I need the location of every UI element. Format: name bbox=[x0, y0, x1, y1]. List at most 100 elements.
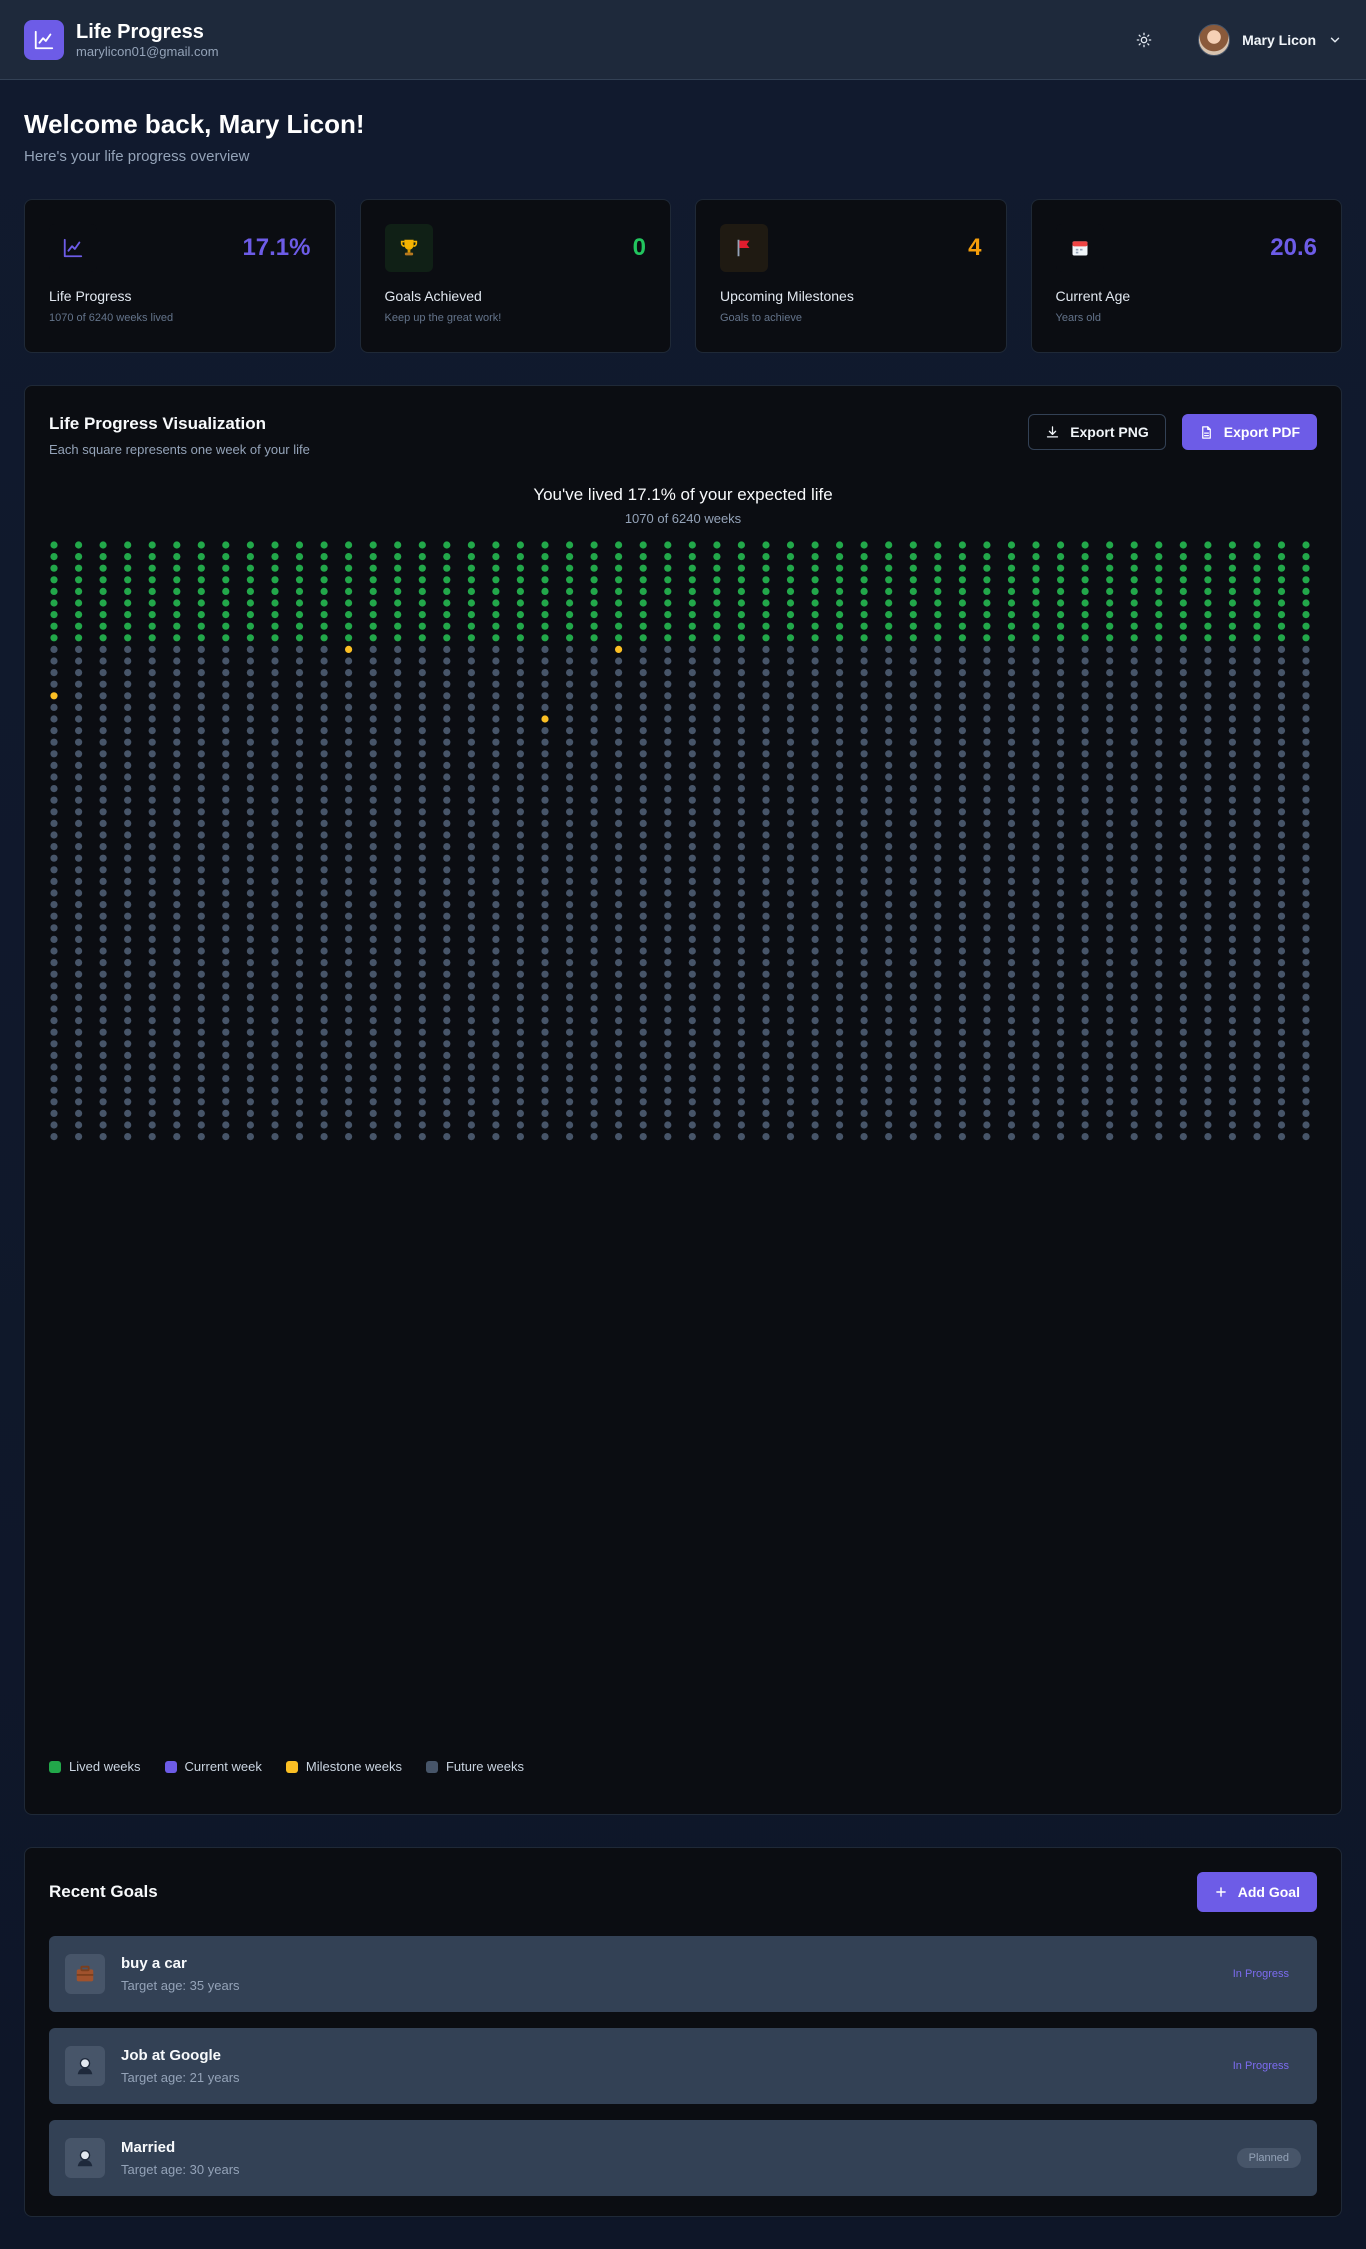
future-week-dot bbox=[959, 727, 966, 734]
future-week-dot bbox=[910, 982, 917, 989]
future-week-dot bbox=[762, 785, 769, 792]
future-week-dot bbox=[1302, 727, 1309, 734]
future-week-dot bbox=[762, 797, 769, 804]
future-week-dot bbox=[1155, 924, 1162, 931]
welcome-subtitle: Here's your life progress overview bbox=[24, 148, 1342, 165]
future-week-dot bbox=[1008, 994, 1015, 1001]
future-week-dot bbox=[296, 715, 303, 722]
future-week-dot bbox=[1204, 843, 1211, 850]
lived-week-dot bbox=[1032, 541, 1039, 548]
future-week-dot bbox=[100, 773, 107, 780]
lived-week-dot bbox=[885, 553, 892, 560]
future-week-dot bbox=[738, 762, 745, 769]
future-week-dot bbox=[1008, 692, 1015, 699]
future-week-dot bbox=[419, 936, 426, 943]
future-week-dot bbox=[1032, 889, 1039, 896]
future-week-dot bbox=[321, 785, 328, 792]
future-week-dot bbox=[1204, 739, 1211, 746]
future-week-dot bbox=[296, 797, 303, 804]
future-week-dot bbox=[50, 878, 57, 885]
future-week-dot bbox=[198, 924, 205, 931]
future-week-dot bbox=[345, 1017, 352, 1024]
future-week-dot bbox=[1180, 994, 1187, 1001]
future-week-dot bbox=[149, 773, 156, 780]
future-week-dot bbox=[198, 808, 205, 815]
lived-week-dot bbox=[443, 576, 450, 583]
future-week-dot bbox=[591, 913, 598, 920]
future-week-dot bbox=[370, 669, 377, 676]
future-week-dot bbox=[198, 889, 205, 896]
user-menu[interactable]: Mary Licon bbox=[1198, 24, 1342, 56]
future-week-dot bbox=[517, 762, 524, 769]
future-week-dot bbox=[959, 982, 966, 989]
future-week-dot bbox=[100, 692, 107, 699]
future-week-dot bbox=[1229, 715, 1236, 722]
future-week-dot bbox=[1106, 762, 1113, 769]
future-week-dot bbox=[271, 878, 278, 885]
future-week-dot bbox=[934, 831, 941, 838]
future-week-dot bbox=[1008, 982, 1015, 989]
future-week-dot bbox=[492, 715, 499, 722]
future-week-dot bbox=[296, 657, 303, 664]
future-week-dot bbox=[910, 646, 917, 653]
lived-week-dot bbox=[787, 541, 794, 548]
future-week-dot bbox=[443, 657, 450, 664]
export-png-button[interactable]: Export PNG bbox=[1028, 414, 1166, 450]
theme-toggle-button[interactable] bbox=[1130, 26, 1158, 54]
future-week-dot bbox=[1106, 715, 1113, 722]
future-week-dot bbox=[1155, 994, 1162, 1001]
future-week-dot bbox=[664, 1017, 671, 1024]
stat-description: Goals to achieve bbox=[720, 312, 982, 324]
future-week-dot bbox=[345, 855, 352, 862]
lived-week-dot bbox=[566, 553, 573, 560]
future-week-dot bbox=[738, 681, 745, 688]
future-week-dot bbox=[812, 994, 819, 1001]
future-week-dot bbox=[615, 692, 622, 699]
future-week-dot bbox=[443, 762, 450, 769]
future-week-dot bbox=[664, 1005, 671, 1012]
future-week-dot bbox=[1008, 739, 1015, 746]
future-week-dot bbox=[492, 924, 499, 931]
lived-week-dot bbox=[615, 599, 622, 606]
stat-value: 4 bbox=[968, 234, 981, 262]
lived-week-dot bbox=[1131, 588, 1138, 595]
future-week-dot bbox=[640, 959, 647, 966]
future-week-dot bbox=[959, 889, 966, 896]
lived-week-dot bbox=[149, 599, 156, 606]
future-week-dot bbox=[591, 994, 598, 1001]
future-week-dot bbox=[934, 657, 941, 664]
future-week-dot bbox=[492, 831, 499, 838]
future-week-dot bbox=[1032, 646, 1039, 653]
future-week-dot bbox=[812, 901, 819, 908]
future-week-dot bbox=[1082, 727, 1089, 734]
future-week-dot bbox=[1180, 773, 1187, 780]
future-week-dot bbox=[787, 994, 794, 1001]
future-week-dot bbox=[738, 715, 745, 722]
future-week-dot bbox=[247, 924, 254, 931]
future-week-dot bbox=[836, 889, 843, 896]
export-pdf-button[interactable]: Export PDF bbox=[1182, 414, 1317, 450]
future-week-dot bbox=[934, 843, 941, 850]
lived-week-dot bbox=[492, 623, 499, 630]
future-week-dot bbox=[664, 727, 671, 734]
future-week-dot bbox=[394, 1005, 401, 1012]
future-week-dot bbox=[541, 762, 548, 769]
future-week-dot bbox=[738, 994, 745, 1001]
future-week-dot bbox=[1106, 797, 1113, 804]
future-week-dot bbox=[713, 681, 720, 688]
future-week-dot bbox=[1253, 959, 1260, 966]
future-week-dot bbox=[861, 971, 868, 978]
future-week-dot bbox=[492, 866, 499, 873]
future-week-dot bbox=[75, 657, 82, 664]
future-week-dot bbox=[345, 820, 352, 827]
future-week-dot bbox=[885, 994, 892, 1001]
lived-week-dot bbox=[443, 599, 450, 606]
future-week-dot bbox=[124, 971, 131, 978]
brand[interactable]: Life Progress marylicon01@gmail.com bbox=[24, 20, 219, 60]
future-week-dot bbox=[910, 936, 917, 943]
future-week-dot bbox=[541, 820, 548, 827]
future-week-dot bbox=[934, 646, 941, 653]
future-week-dot bbox=[1302, 681, 1309, 688]
lived-week-dot bbox=[615, 588, 622, 595]
lived-week-dot bbox=[664, 634, 671, 641]
